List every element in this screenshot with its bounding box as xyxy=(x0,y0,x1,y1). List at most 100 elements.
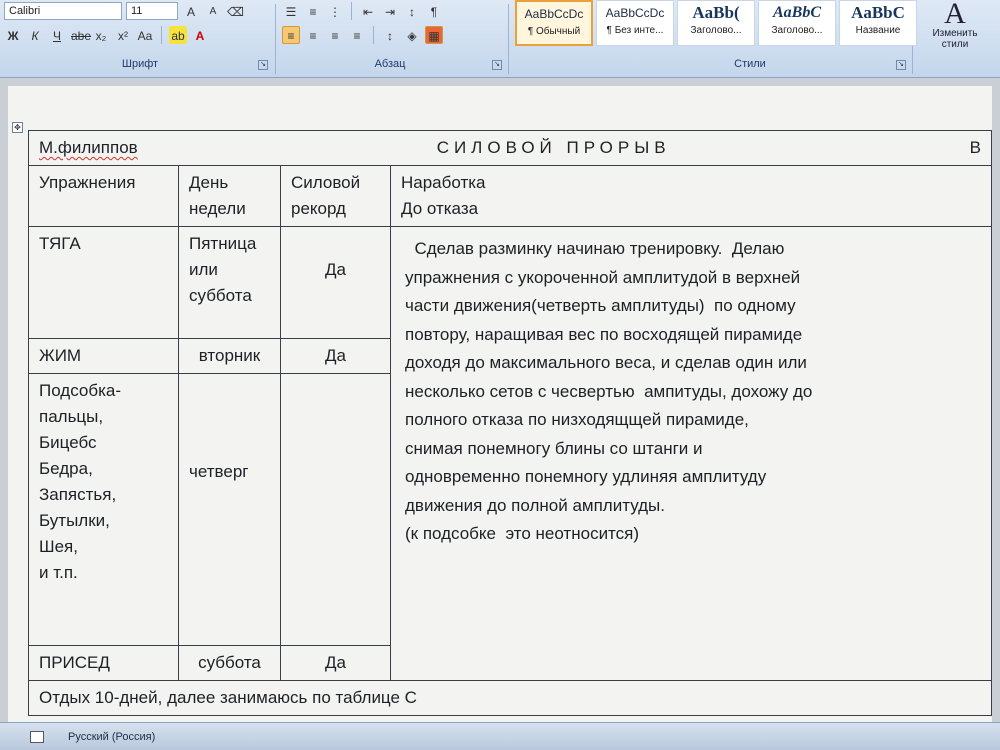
pilcrow-icon[interactable]: ¶ xyxy=(425,2,443,20)
exercise-line: Шея, xyxy=(39,537,78,556)
grow-font-icon[interactable]: A xyxy=(182,2,200,20)
description-line: Сделав разминку начинаю тренировку. Дела… xyxy=(405,239,785,258)
day-line: суббота xyxy=(189,286,252,305)
language-indicator[interactable]: Русский (Россия) xyxy=(68,731,155,743)
sort-icon[interactable]: ↕ xyxy=(403,2,421,20)
style-tile[interactable]: AaBbC Название xyxy=(839,0,917,46)
style-name: Заголово... xyxy=(690,25,742,36)
style-sample: AaBbCcDc xyxy=(605,6,665,20)
header-work[interactable]: Наработка До отказа xyxy=(390,165,992,227)
description-cell[interactable]: Сделав разминку начинаю тренировку. Дела… xyxy=(390,226,992,681)
font-size-box[interactable]: 11 xyxy=(126,2,178,20)
styles-group-label: Стили xyxy=(734,58,766,70)
column-header-row: Упражнения День недели Силовой рекорд На… xyxy=(28,165,992,227)
table-title-cell[interactable]: М.филиппов СИЛОВОЙ ПРОРЫВ В xyxy=(28,130,992,166)
highlight-icon[interactable]: ab xyxy=(169,26,187,44)
footer-cell[interactable]: Отдых 10-дней, далее занимаюсь по таблиц… xyxy=(28,680,992,716)
day-cell[interactable]: вторник xyxy=(178,338,281,374)
clear-format-icon[interactable]: ⌫ xyxy=(226,2,244,20)
header-record-line1: Силовой xyxy=(291,173,361,192)
align-right-icon[interactable]: ≡ xyxy=(326,26,344,44)
exercise-cell[interactable]: Подсобка-пальцы, Бицебс Бедра, Запястья, Бут… xyxy=(28,373,179,646)
description-text: Сделав разминку начинаю тренировку. Дела… xyxy=(405,235,977,549)
day-cell[interactable]: суббота xyxy=(178,645,281,681)
header-day-line1: День xyxy=(189,173,229,192)
multilevel-list-icon[interactable]: ⋮ xyxy=(326,2,344,20)
underline-icon[interactable]: Ч xyxy=(48,26,66,44)
justify-icon[interactable]: ≡ xyxy=(348,26,366,44)
table-move-handle-icon[interactable]: ✥ xyxy=(12,122,23,133)
description-line: повтору, наращивая вес по восходящей пир… xyxy=(405,324,803,344)
align-center-icon[interactable]: ≡ xyxy=(304,26,322,44)
exercise-cell[interactable]: ПРИСЕД xyxy=(28,645,179,681)
change-styles-icon: A xyxy=(944,0,966,30)
exercise-line: пальцы, xyxy=(39,407,104,426)
style-name: Название xyxy=(855,25,901,36)
exercise-line: Бедра, xyxy=(39,459,93,478)
exercise-auxiliary: Подсобка-пальцы, Бицебс Бедра, Запястья, Бут… xyxy=(39,378,168,586)
styles-dialog-launcher-icon[interactable]: ↘ xyxy=(896,60,906,70)
exercise-line: и т.п. xyxy=(39,563,78,582)
description-line: несколько сетов с чесвертью ампитуды, до… xyxy=(405,381,813,401)
header-record[interactable]: Силовой рекорд xyxy=(280,165,391,227)
increase-indent-icon[interactable]: ⇥ xyxy=(381,2,399,20)
exercise-deadlift: ТЯГА xyxy=(39,234,81,253)
description-line: части движения(четверть амплитуды) по од… xyxy=(405,296,796,315)
document-page[interactable]: ✥ М.филиппов СИЛОВОЙ ПРОРЫВ В Упражнения… xyxy=(8,86,992,726)
record-cell[interactable] xyxy=(280,373,391,646)
record-cell[interactable]: Да xyxy=(280,226,391,339)
style-name: ¶ Обычный xyxy=(527,26,581,37)
description-line: доходя до максимального веса, и сделав о… xyxy=(405,353,807,372)
description-line: одновременно понемногу удлиняя амплитуду xyxy=(405,467,767,486)
line-spacing-icon[interactable]: ↕ xyxy=(381,26,399,44)
style-sample: AaBbC xyxy=(851,3,905,22)
record-cell[interactable]: Да xyxy=(280,338,391,374)
proofing-book-icon[interactable] xyxy=(30,730,44,743)
day-value: суббота xyxy=(198,653,261,672)
italic-icon[interactable]: К xyxy=(26,26,44,44)
training-table: М.филиппов СИЛОВОЙ ПРОРЫВ В Упражнения Д… xyxy=(28,130,992,716)
document-area: ✥ М.филиппов СИЛОВОЙ ПРОРЫВ В Упражнения… xyxy=(0,78,1000,726)
day-line: или xyxy=(189,260,218,279)
style-tile[interactable]: AaBb(Заголово... xyxy=(677,0,755,46)
footer-row: Отдых 10-дней, далее занимаюсь по таблиц… xyxy=(28,680,992,716)
subscript-icon[interactable]: x₂ xyxy=(92,26,110,44)
header-work-line1: Наработка xyxy=(401,173,486,192)
font-name-box[interactable]: Calibri xyxy=(4,2,122,20)
status-bar: Русский (Россия) xyxy=(0,722,1000,750)
style-tile[interactable]: AaBbC Заголово... xyxy=(758,0,836,46)
style-tile[interactable]: AaBbCcDc ¶ Без инте... xyxy=(596,0,674,46)
author-name: М.филиппов xyxy=(39,138,138,157)
day-cell[interactable]: Пятница или суббота xyxy=(178,226,281,339)
superscript-icon[interactable]: x² xyxy=(114,26,132,44)
header-work-line2: До отказа xyxy=(401,199,479,218)
header-day-line2: недели xyxy=(189,199,246,218)
font-dialog-launcher-icon[interactable]: ↘ xyxy=(258,60,268,70)
day-value: вторник xyxy=(198,346,261,365)
paragraph-group-label: Абзац xyxy=(374,58,406,70)
exercise-cell[interactable]: ЖИМ xyxy=(28,338,179,374)
record-cell[interactable]: Да xyxy=(280,645,391,681)
header-exercise[interactable]: Упражнения xyxy=(28,165,179,227)
exercise-cell[interactable]: ТЯГА xyxy=(28,226,179,339)
numbering-icon[interactable]: ≡ xyxy=(304,2,322,20)
record-value: Да xyxy=(325,260,346,279)
bold-icon[interactable]: Ж xyxy=(4,26,22,44)
shrink-font-icon[interactable]: A xyxy=(204,2,222,20)
day-cell[interactable]: четверг xyxy=(178,373,281,646)
borders-icon[interactable]: ▦ xyxy=(425,26,443,44)
shading-icon[interactable]: ◈ xyxy=(403,26,421,44)
header-day[interactable]: День недели xyxy=(178,165,281,227)
bullets-icon[interactable]: ☰ xyxy=(282,2,300,20)
decrease-indent-icon[interactable]: ⇤ xyxy=(359,2,377,20)
change-case-icon[interactable]: Aa xyxy=(136,26,154,44)
change-styles-button[interactable]: A Изменить стили xyxy=(920,0,990,56)
style-tile[interactable]: AaBbCcDc ¶ Обычный xyxy=(515,0,593,46)
style-sample: AaBbC xyxy=(772,4,821,21)
change-styles-label: Изменить стили xyxy=(932,28,978,50)
paragraph-dialog-launcher-icon[interactable]: ↘ xyxy=(492,60,502,70)
strikethrough-icon[interactable]: abe xyxy=(70,26,91,44)
font-color-icon[interactable]: A xyxy=(191,26,209,44)
align-left-icon[interactable]: ≡ xyxy=(282,26,300,44)
styles-gallery: AaBbCcDc ¶ Обычный AaBbCcDc ¶ Без инте... Aa… xyxy=(515,0,917,50)
